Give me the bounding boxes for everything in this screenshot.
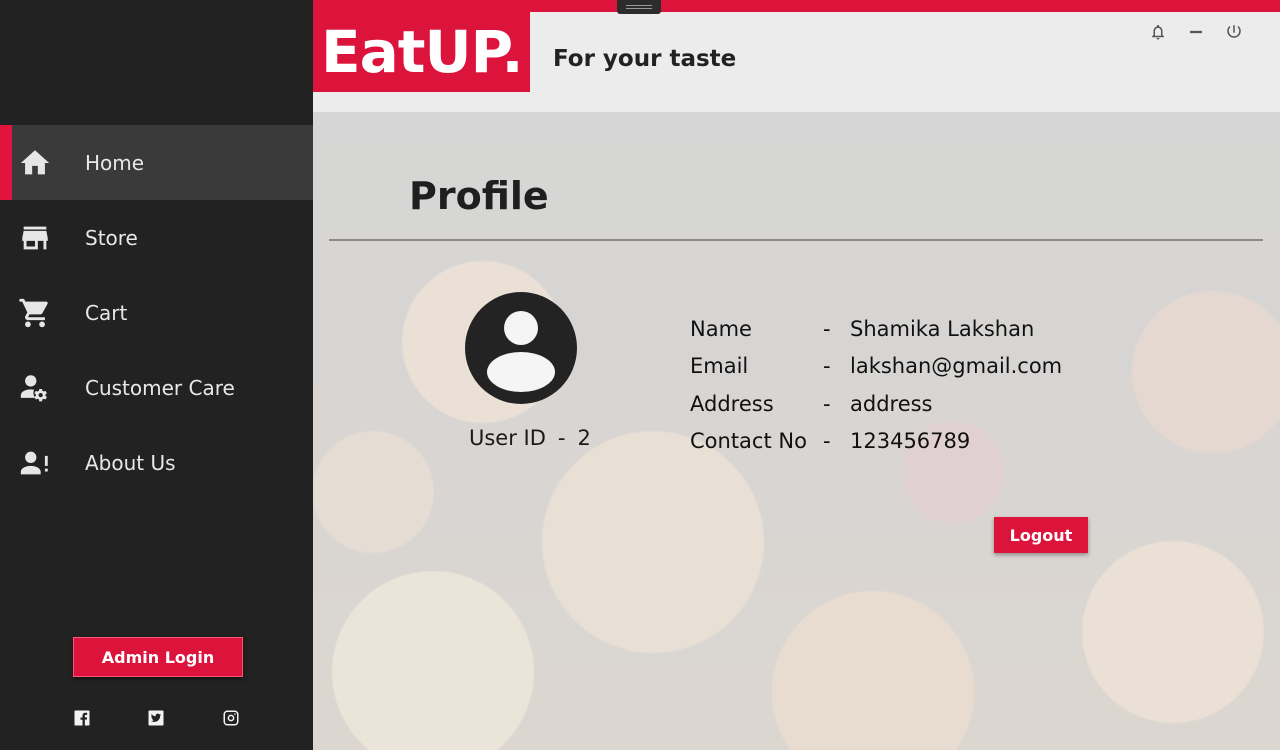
field-value: 123456789 [850,429,971,453]
field-label: Name [690,317,752,341]
store-icon [17,220,53,256]
sidebar-item-label: Customer Care [85,375,235,400]
field-separator: - [823,354,831,378]
home-icon [17,145,53,181]
admin-login-button[interactable]: Admin Login [73,637,243,677]
minimize-icon[interactable] [1186,22,1206,42]
field-label: Contact No [690,429,807,453]
twitter-icon[interactable] [147,709,165,727]
facebook-icon[interactable] [73,709,91,727]
user-id-label: User ID [469,426,546,450]
sidebar-item-store[interactable]: Store [0,200,313,275]
brand-tagline: For your taste [553,46,737,72]
cart-icon [17,295,53,331]
title-divider [329,239,1263,241]
sidebar-item-about-us[interactable]: About Us [0,425,313,500]
field-separator: - [823,392,831,416]
bell-icon[interactable] [1148,22,1168,42]
sidebar-item-label: Home [85,150,145,175]
sidebar-item-customer-care[interactable]: Customer Care [0,350,313,425]
header: EatUP. For your taste [313,12,1280,112]
user-id: User ID -2 [469,426,591,450]
drag-handle[interactable] [617,0,661,14]
user-gear-icon [17,370,53,406]
brand-logo: EatUP. [313,12,530,92]
sidebar-item-home[interactable]: Home [0,125,313,200]
field-separator: - [823,317,831,341]
main-content: EatUP. For your taste Profile User ID -2 … [313,0,1280,750]
field-value: lakshan@gmail.com [850,354,1063,378]
logout-button[interactable]: Logout [994,517,1088,553]
page-title: Profile [409,174,549,218]
field-value: Shamika Lakshan [850,317,1035,341]
sidebar-item-cart[interactable]: Cart [0,275,313,350]
sidebar-item-label: Store [85,225,138,250]
field-label: Address [690,392,774,416]
field-label: Email [690,354,749,378]
field-separator: - [823,429,831,453]
sidebar-item-label: Cart [85,300,128,325]
user-id-separator: - [557,426,566,450]
instagram-icon[interactable] [222,709,240,727]
user-alert-icon [17,445,53,481]
avatar-icon [465,292,577,404]
power-icon[interactable] [1224,22,1244,42]
field-value: address [850,392,933,416]
user-id-value: 2 [577,426,591,450]
top-accent-bar [313,0,1280,12]
sidebar: Home Store Cart Customer Care About Us A… [0,0,313,750]
sidebar-item-label: About Us [85,450,176,475]
